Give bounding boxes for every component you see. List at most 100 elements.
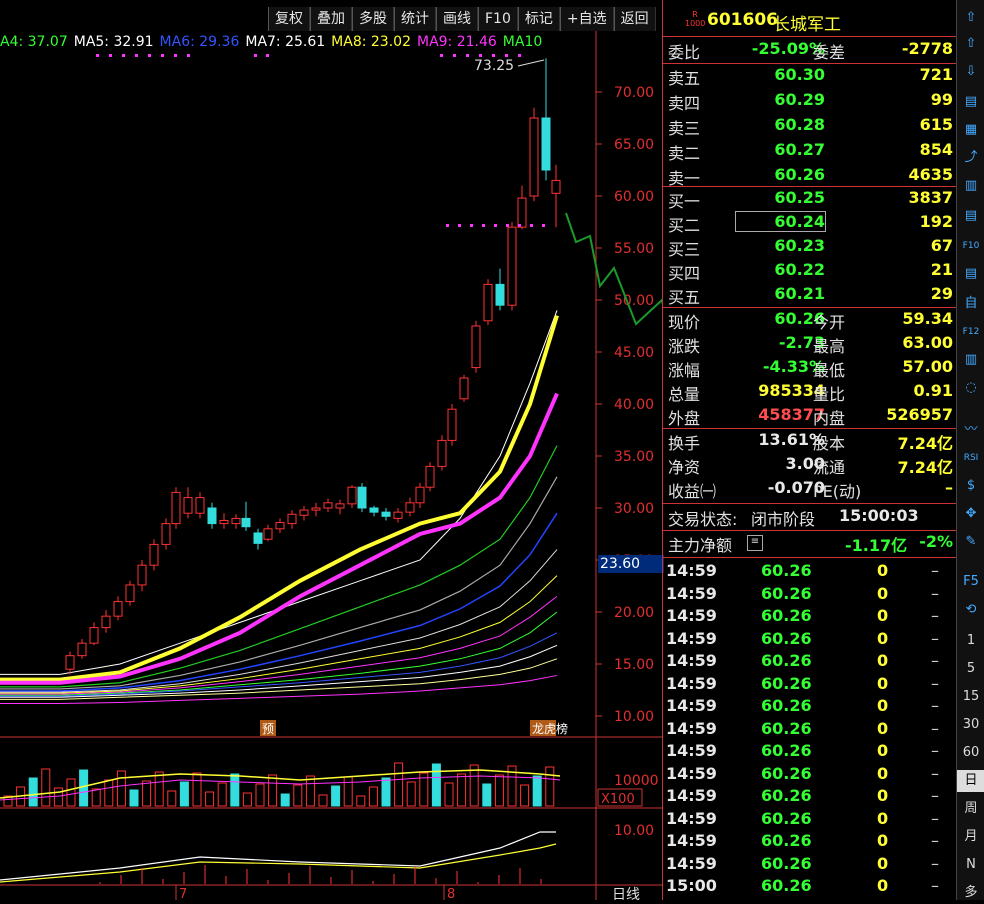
candle-body [101, 615, 111, 629]
toolbar-button-2[interactable]: 多股 [352, 7, 394, 31]
side-tool-icon[interactable]: ▦ [960, 120, 982, 140]
period-button[interactable]: 多 [957, 882, 984, 904]
period-button[interactable]: 周 [957, 798, 984, 820]
candle-body [415, 486, 425, 504]
period-button[interactable]: 1 [957, 630, 984, 652]
side-tool-icon[interactable]: ▥ [960, 176, 982, 196]
tick-row: 14:59 60.26 0 – [663, 786, 957, 808]
candle-body [381, 511, 391, 517]
fundamental-label: 收益㈠ [668, 482, 717, 501]
tick-row: 14:59 60.26 0 – [663, 584, 957, 606]
volume-bar [469, 764, 479, 807]
volume-bar [205, 791, 215, 807]
side-tool-icon[interactable]: ✎ [960, 532, 982, 552]
ask-row[interactable]: 卖三 60.28 615 [663, 115, 957, 139]
toolbar-button-7[interactable]: +自选 [559, 7, 614, 31]
tick-direction: – [931, 876, 939, 895]
main-flow-row[interactable]: 主力净额 ≡ -1.17亿 -2% [663, 532, 957, 556]
kline-chart[interactable]: 70.00 65.00 60.00 55.00 50.00 45.00 40.00 35.00… [0, 0, 662, 900]
toolbar-button-4[interactable]: 画线 [436, 7, 478, 31]
ask-volume: 4635 [908, 165, 953, 184]
side-tool-icon[interactable]: ▤ [960, 206, 982, 226]
period-button[interactable]: N [957, 854, 984, 876]
side-tool-icon[interactable]: ◌ [960, 378, 982, 398]
period-button[interactable]: 日 [957, 770, 984, 792]
bid-level-label: 买五 [668, 288, 701, 307]
side-tool-icon[interactable]: ⟲ [960, 600, 982, 620]
toolbar-button-5[interactable]: F10 [478, 7, 518, 31]
side-tool-icon[interactable]: ✥ [960, 504, 982, 524]
legend-dot [122, 54, 125, 57]
tick-direction: – [931, 786, 939, 805]
side-tool-icon[interactable]: 自 [960, 294, 982, 314]
ma-legend: A4: 37.07 MA5: 32.91 MA6: 29.36 MA7: 25.61 M… [0, 34, 596, 54]
toolbar-button-0[interactable]: 复权 [268, 7, 310, 31]
tick-row: 14:59 60.26 0 – [663, 696, 957, 718]
ask-row[interactable]: 卖四 60.29 99 [663, 90, 957, 114]
period-button[interactable]: 60 [957, 742, 984, 764]
ask-row[interactable]: 卖二 60.27 854 [663, 140, 957, 164]
side-tool-icon[interactable]: ▤ [960, 264, 982, 284]
bid-row[interactable]: 买五 60.21 29 [663, 284, 957, 308]
menu-icon[interactable]: ≡ [747, 535, 763, 551]
side-tool-icon[interactable]: ▤ [960, 92, 982, 112]
trading-status-time: 15:00:03 [839, 506, 919, 525]
volume-bar [520, 784, 530, 807]
side-tool-icon[interactable]: RSI [960, 448, 982, 468]
side-tool-icon[interactable]: $ [960, 476, 982, 496]
toolbar-button-8[interactable]: 返回 [613, 7, 656, 31]
fundamental-value: 7.24亿 [897, 458, 953, 477]
bid-row[interactable]: 买三 60.23 67 [663, 236, 957, 260]
candle-body [471, 325, 481, 369]
side-tool-icon[interactable]: ⇧ [960, 8, 982, 28]
volume-bar [280, 793, 290, 807]
side-tool-icon[interactable]: ⤴ [960, 148, 982, 168]
volume-bar [494, 774, 504, 807]
ma-curve [0, 512, 558, 692]
side-tool-icon[interactable]: ▥ [960, 350, 982, 370]
toolbar-button-3[interactable]: 统计 [394, 7, 436, 31]
bid-price: 60.23 [774, 236, 825, 255]
volume-bar [79, 769, 89, 807]
period-button[interactable]: 15 [957, 686, 984, 708]
toolbar-button-1[interactable]: 叠加 [310, 7, 352, 31]
ma-curve [0, 315, 559, 682]
tick-direction: – [931, 763, 939, 783]
side-tool-icon[interactable]: ⇩ [960, 62, 982, 82]
trading-status: 交易状态: 闭市阶段 15:00:03 [663, 506, 957, 530]
volume-bar [179, 781, 189, 807]
candle-body [393, 511, 403, 519]
legend-dot [96, 54, 99, 57]
bid-level-label: 买四 [668, 264, 701, 283]
tick-volume: 0 [877, 808, 889, 828]
y-tick-label: 10.00 [614, 709, 654, 725]
legend-dot [518, 54, 521, 57]
candle-body [207, 507, 217, 525]
quote-label: 今开 [813, 313, 846, 332]
candle-body [65, 655, 75, 670]
bid-row[interactable]: 买一 60.25 3837 [663, 188, 957, 212]
order-diff-value: -2778 [901, 39, 953, 58]
tick-volume: 0 [877, 651, 889, 670]
bid-row[interactable]: 买四 60.22 21 [663, 260, 957, 284]
tick-direction: – [931, 831, 939, 850]
tick-direction: – [931, 606, 939, 625]
side-tool-icon[interactable]: F12 [960, 322, 982, 342]
ask-row[interactable]: 卖五 60.30 721 [663, 65, 957, 89]
bid-volume: 3837 [908, 188, 953, 207]
tick-row: 14:59 60.26 0 – [663, 854, 957, 876]
volume-bar [242, 792, 252, 807]
period-button[interactable]: 30 [957, 714, 984, 736]
tick-time: 14:59 [666, 853, 717, 873]
tick-time: 14:59 [666, 696, 717, 715]
side-tool-icon[interactable]: ⇧ [960, 34, 982, 54]
volume-bar [167, 790, 177, 807]
side-tool-icon[interactable]: F5 [960, 572, 982, 592]
toolbar-button-6[interactable]: 标记 [517, 7, 560, 31]
period-button[interactable]: 月 [957, 826, 984, 848]
side-tool-icon[interactable]: 〰 [960, 420, 982, 440]
bid-row[interactable]: 买二 60.24 192 [663, 211, 957, 236]
side-tool-icon[interactable]: F10 [960, 236, 982, 256]
period-button[interactable]: 5 [957, 658, 984, 680]
tick-price: 60.26 [761, 718, 812, 738]
